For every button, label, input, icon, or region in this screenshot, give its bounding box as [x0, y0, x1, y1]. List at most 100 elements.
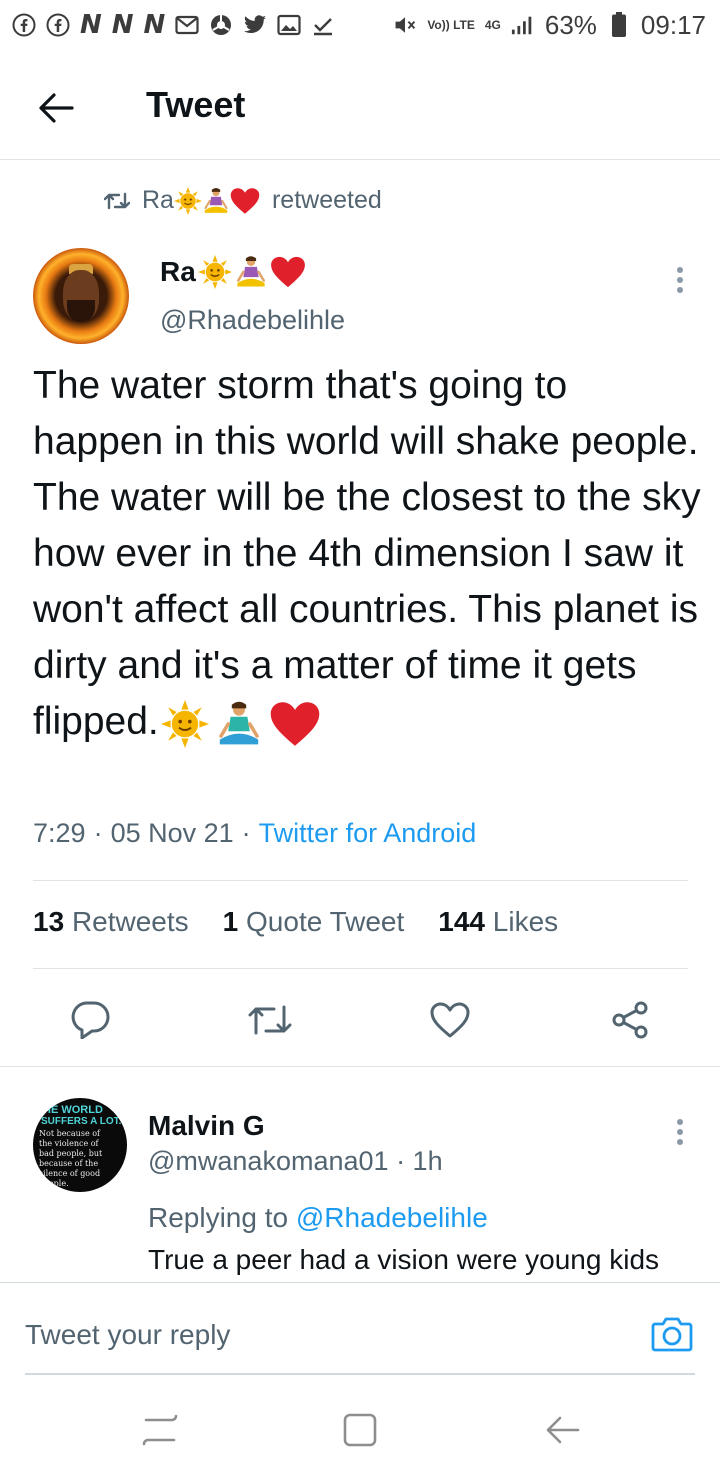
likes-stat[interactable]: 144 Likes	[438, 906, 558, 938]
more-vertical-icon	[677, 267, 683, 293]
meditation-emoji-icon	[218, 701, 259, 745]
retweets-label: Retweets	[71, 906, 189, 937]
retweeted-label: retweeted	[271, 186, 382, 214]
network-type: 4G	[484, 17, 501, 32]
browser-icon	[209, 13, 233, 37]
meta-separator: ·	[241, 818, 251, 848]
mute-icon	[393, 13, 417, 37]
meditation-emoji-icon	[204, 187, 228, 213]
quotes-label: Quote Tweet	[246, 906, 405, 937]
reply-icon	[71, 1001, 110, 1039]
quotes-count: 1	[222, 906, 239, 937]
reply-input[interactable]: Tweet your reply	[25, 1319, 230, 1351]
tweet-emojis	[160, 699, 321, 748]
tweet-date: 05 Nov 21	[110, 818, 234, 848]
reply-age: · 1h	[396, 1146, 443, 1176]
arrow-left-icon	[39, 93, 74, 123]
tweet-meta: 7:29 · 05 Nov 21 · Twitter for Android	[33, 818, 476, 849]
author-handle[interactable]: @Rhadebelihle	[160, 305, 345, 336]
status-bar: N N N Vo)) LTE 4G 63% 09:17	[0, 0, 720, 50]
heart-emoji-icon	[230, 187, 260, 214]
reply-button[interactable]	[62, 992, 118, 1048]
clock: 09:17	[640, 9, 706, 40]
nav-back-button[interactable]	[542, 1410, 582, 1450]
share-button[interactable]	[602, 992, 658, 1048]
divider	[33, 880, 688, 881]
composer-underline	[25, 1373, 695, 1375]
heart-emoji-icon	[270, 256, 305, 288]
tweet-actions	[0, 992, 720, 1048]
mail-icon	[175, 13, 199, 37]
like-button[interactable]	[422, 992, 478, 1048]
heart-emoji-icon	[270, 701, 320, 746]
recents-icon	[142, 1414, 178, 1446]
share-icon	[612, 1001, 648, 1039]
back-button[interactable]	[36, 88, 76, 128]
replying-to: Replying to @Rhadebelihle	[148, 1202, 488, 1234]
system-nav-bar	[0, 1380, 720, 1480]
author-avatar[interactable]	[33, 248, 129, 344]
quotes-stat[interactable]: 1 Quote Tweet	[223, 906, 405, 938]
battery-percent: 63%	[544, 9, 597, 40]
system-icons: Vo)) LTE 4G 63% 09:17	[393, 10, 706, 41]
retweets-count: 13	[33, 906, 65, 937]
reply-author-handle-line: @mwanakomana01 · 1h	[148, 1146, 443, 1177]
camera-icon	[651, 1317, 693, 1352]
twitter-icon	[243, 13, 267, 37]
more-vertical-icon	[677, 1119, 683, 1145]
notification-icons: N N N	[12, 10, 335, 40]
download-done-icon	[311, 13, 335, 37]
avatar-text-line: Not because of the violence of bad peopl…	[39, 1129, 103, 1188]
retweeter-name: Ra	[142, 186, 174, 214]
tweet-stats: 13 Retweets 1 Quote Tweet 144 Likes	[33, 906, 558, 938]
facebook-icon	[12, 13, 36, 37]
tweet-text: The water storm that's going to happen i…	[33, 364, 701, 743]
avatar-text-line: SUFFERS A LOT.	[41, 1116, 122, 1127]
avatar-text-line: HE WORLD	[43, 1104, 103, 1116]
tweet-body: The water storm that's going to happen i…	[33, 358, 703, 750]
section-divider	[0, 1066, 720, 1067]
top-app-bar: Tweet	[0, 52, 720, 160]
author-display-name: Ra	[160, 256, 196, 287]
add-photo-button[interactable]	[650, 1313, 694, 1353]
gallery-icon	[277, 13, 301, 37]
reply-text: True a peer had a vision were young kids	[148, 1244, 660, 1275]
n-app-icon: N	[111, 10, 134, 40]
heart-outline-icon	[430, 1002, 470, 1038]
retweet-icon	[248, 1005, 292, 1035]
meta-separator: ·	[93, 818, 103, 848]
more-options-button[interactable]	[666, 262, 694, 298]
facebook-icon	[46, 13, 70, 37]
battery-icon	[607, 12, 631, 37]
signal-icon	[511, 13, 535, 37]
tweet-source-link[interactable]: Twitter for Android	[259, 818, 477, 849]
n-app-icon: N	[80, 10, 102, 40]
sun-emoji-icon	[160, 699, 209, 748]
page-title: Tweet	[146, 84, 246, 125]
author-name[interactable]: Ra	[160, 255, 306, 289]
recents-button[interactable]	[140, 1410, 180, 1450]
replying-to-label: Replying to	[148, 1202, 289, 1233]
reply-author-handle[interactable]: @mwanakomana01	[148, 1146, 389, 1176]
meditation-emoji-icon	[236, 256, 265, 287]
tweet-time: 7:29	[33, 818, 86, 848]
reply-author-avatar[interactable]: HE WORLD SUFFERS A LOT. Not because of t…	[33, 1098, 127, 1192]
retweet-context[interactable]: Ra retweeted	[104, 186, 382, 215]
n-app-icon: N	[143, 10, 166, 40]
reply-more-options-button[interactable]	[666, 1114, 694, 1150]
retweets-stat[interactable]: 13 Retweets	[33, 906, 189, 938]
volte-icon: Vo)) LTE	[427, 17, 475, 32]
retweet-button[interactable]	[242, 992, 298, 1048]
reply-composer: Tweet your reply	[0, 1282, 720, 1375]
likes-label: Likes	[492, 906, 559, 937]
replying-to-mention[interactable]: @Rhadebelihle	[296, 1202, 488, 1233]
home-icon	[343, 1413, 377, 1447]
arrow-left-icon	[546, 1416, 580, 1444]
retweet-icon	[104, 192, 130, 209]
sun-emoji-icon	[173, 186, 202, 215]
sun-emoji-icon	[197, 255, 232, 289]
home-button[interactable]	[340, 1410, 380, 1450]
reply-author-name[interactable]: Malvin G	[148, 1110, 265, 1142]
likes-count: 144	[438, 906, 485, 937]
divider	[33, 968, 688, 969]
